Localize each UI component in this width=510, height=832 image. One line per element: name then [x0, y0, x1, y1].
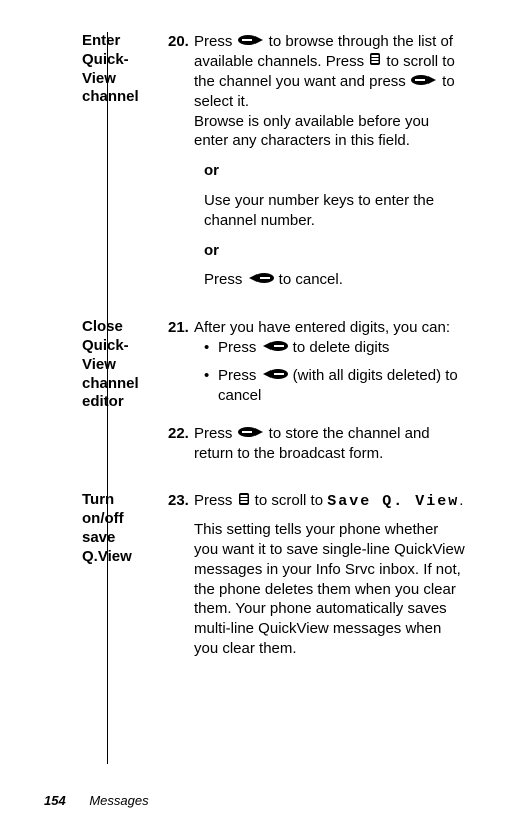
alt-text: Use your number keys to enter the channe… — [204, 191, 466, 231]
text: Browse is only available before you ente… — [194, 112, 466, 152]
step-number: 22. — [168, 424, 194, 464]
text: Press — [218, 367, 261, 384]
text: Press — [194, 425, 237, 442]
text: Press — [194, 492, 237, 509]
step-body: Press to browse through the list of avai… — [194, 32, 466, 151]
section-body: 21. After you have entered digits, you c… — [154, 318, 466, 473]
section-name: Messages — [89, 793, 148, 808]
text: . — [459, 492, 463, 509]
text: Press — [194, 33, 237, 50]
bullet-item: • Press (with all digits deleted) to can… — [204, 366, 466, 406]
page-footer: 154 Messages — [44, 793, 149, 808]
left-key-icon — [248, 270, 274, 290]
bullet-marker: • — [204, 366, 218, 406]
step-23: 23. Press to scroll to Save Q. View. Thi… — [168, 491, 466, 658]
step-number: 20. — [168, 32, 194, 151]
section-body: 20. Press to browse through the list of … — [154, 32, 466, 300]
step-number: 23. — [168, 491, 194, 658]
menu-option: Save Q. View — [327, 493, 459, 510]
step-body: Press to scroll to Save Q. View. This se… — [194, 491, 466, 658]
divider-line — [107, 32, 108, 764]
page-content: Enter Quick-View channel 20. Press to br… — [0, 0, 510, 669]
paragraph: This setting tells your phone whether yo… — [194, 520, 466, 659]
step-line: Press to scroll to Save Q. View. — [194, 491, 466, 512]
bullet-body: Press (with all digits deleted) to cance… — [218, 366, 466, 406]
text: After you have entered digits, you can: — [194, 318, 466, 338]
step-body: Press to store the channel and return to… — [194, 424, 466, 464]
bullet-marker: • — [204, 338, 218, 358]
alt-text: Press to cancel. — [204, 270, 466, 290]
scroll-key-icon — [369, 52, 381, 72]
left-key-icon — [262, 366, 288, 386]
or-label: or — [204, 161, 466, 181]
left-key-icon — [262, 338, 288, 358]
scroll-key-icon — [238, 492, 250, 512]
text: to scroll to — [251, 492, 328, 509]
bullet-item: • Press to delete digits — [204, 338, 466, 358]
text: Press — [218, 339, 261, 356]
section-label: Enter Quick-View channel — [82, 32, 154, 300]
right-key-icon — [238, 32, 264, 52]
text: Press — [204, 271, 247, 288]
or-label: or — [204, 241, 466, 261]
section-enter-quickview: Enter Quick-View channel 20. Press to br… — [82, 32, 466, 300]
text: to delete digits — [289, 339, 390, 356]
step-20: 20. Press to browse through the list of … — [168, 32, 466, 151]
step-body: After you have entered digits, you can: … — [194, 318, 466, 413]
page-number: 154 — [44, 793, 66, 808]
section-body: 23. Press to scroll to Save Q. View. Thi… — [154, 491, 466, 668]
right-key-icon — [411, 72, 437, 92]
section-label: Turn on/off save Q.View — [82, 491, 154, 668]
step-21: 21. After you have entered digits, you c… — [168, 318, 466, 413]
step-number: 21. — [168, 318, 194, 413]
right-key-icon — [238, 424, 264, 444]
section-label: Close Quick-View channel editor — [82, 318, 154, 473]
bullet-body: Press to delete digits — [218, 338, 389, 358]
section-close-editor: Close Quick-View channel editor 21. Afte… — [82, 318, 466, 473]
text: to cancel. — [275, 271, 343, 288]
section-save-qview: Turn on/off save Q.View 23. Press to scr… — [82, 491, 466, 668]
step-22: 22. Press to store the channel and retur… — [168, 424, 466, 464]
